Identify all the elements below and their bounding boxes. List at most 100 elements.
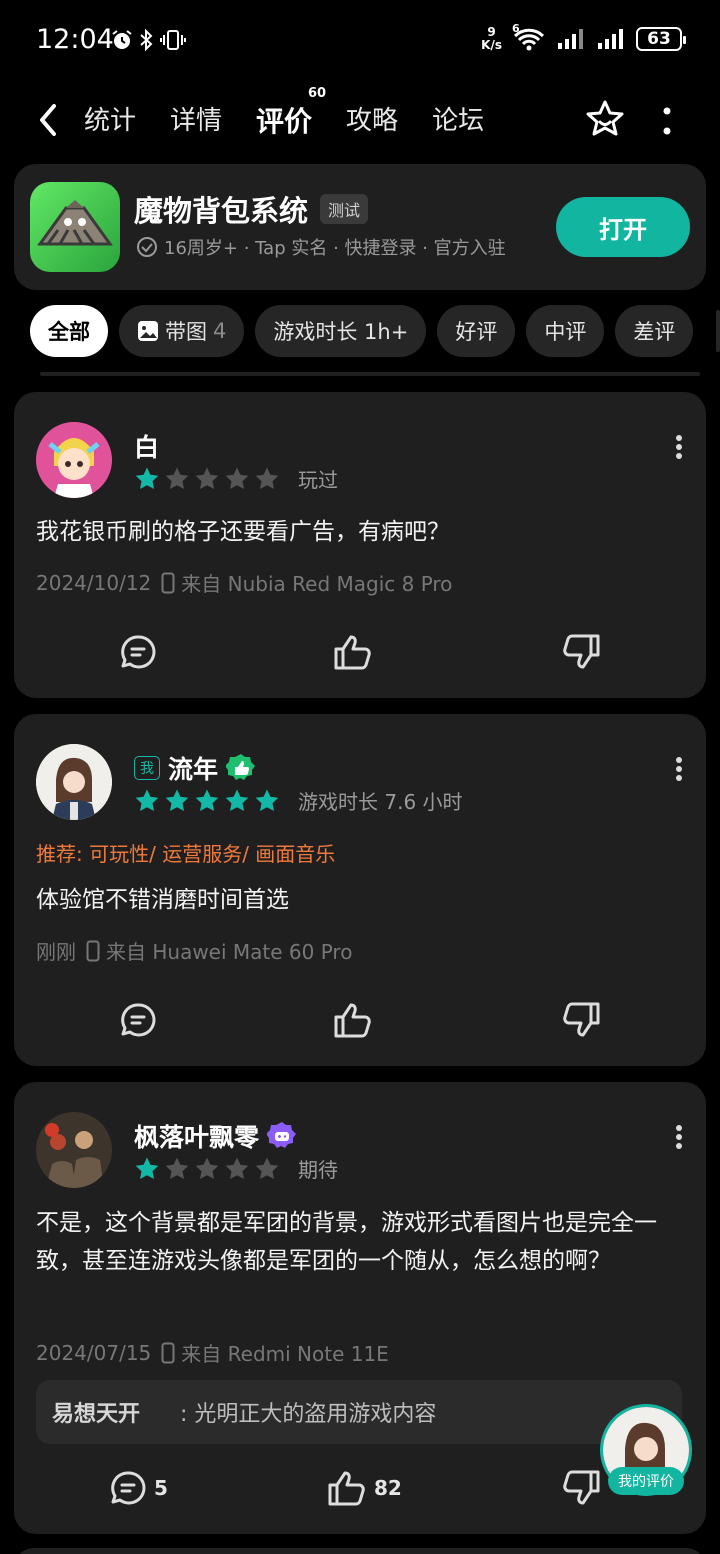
star-filled-icon [255, 789, 279, 811]
device-label: 来自 Redmi Note 11E [181, 1342, 389, 1366]
user-row: 白 [134, 428, 159, 464]
filter-positive[interactable]: 好评 [437, 305, 516, 357]
like-button[interactable] [332, 1000, 374, 1040]
tab-reviews[interactable]: 评价 60 [254, 86, 326, 142]
rating-row: 游戏时长 7.6 小时 [134, 786, 463, 815]
dislike-button[interactable] [560, 1000, 602, 1040]
filter-negative[interactable]: 差评 [615, 305, 694, 357]
avatar[interactable] [36, 422, 112, 498]
review-date: 2024/10/12 [36, 570, 152, 595]
gamer-badge-icon [267, 1122, 297, 1148]
review-content[interactable]: 我花银币刷的格子还要看广告，有病吧？ [36, 514, 686, 550]
filter-all[interactable]: 全部 [30, 305, 108, 357]
star-rating [134, 1156, 280, 1182]
filter-with-images-label: 带图 [165, 320, 207, 344]
username[interactable]: 白 [134, 428, 159, 464]
star-filled-icon [135, 1157, 159, 1179]
review-content[interactable]: 不是，这个背景都是军团的背景，游戏形式看图片也是完全一致，甚至连游戏头像都是军团… [36, 1204, 686, 1280]
more-vertical-icon[interactable] [656, 106, 678, 136]
list-top-edge [40, 372, 700, 376]
signal-icon [558, 29, 583, 49]
filter-neutral[interactable]: 中评 [526, 305, 605, 357]
status-right-icons: 9 K/s 6 63 [481, 22, 686, 52]
dislike-button[interactable] [560, 1468, 602, 1508]
comment-icon [121, 635, 156, 669]
me-badge: 我 [134, 756, 160, 780]
star-empty-icon [225, 1157, 249, 1179]
star-filled-icon [195, 789, 219, 811]
filter-all-label: 全部 [48, 320, 90, 344]
avatar[interactable] [36, 744, 112, 820]
play-status: 期待 [298, 1158, 338, 1182]
reply-text: : 光明正大的盗用游戏内容 [180, 1402, 437, 1427]
tab-stats[interactable]: 统计 [84, 100, 136, 140]
thumbs-down-icon [563, 1002, 600, 1037]
battery-indicator: 63 [636, 27, 686, 51]
review-actions: 5 82 [14, 1468, 706, 1518]
username[interactable]: 流年 [168, 750, 218, 786]
phone-icon [161, 572, 175, 593]
next-review-card-edge [14, 1548, 706, 1554]
my-review-label[interactable]: 我的评价 [608, 1467, 684, 1495]
top-nav: 统计 详情 评价 60 攻略 论坛 [0, 86, 720, 154]
net-speed: 9 K/s [481, 26, 502, 52]
filter-with-images[interactable]: 带图 4 [119, 305, 245, 357]
comment-button[interactable] [118, 632, 158, 672]
wifi-label: 6 [512, 22, 520, 35]
review-card[interactable]: 白 玩过 我花银币刷的格子还要看广告，有病吧？ 2024/10/12 来自 Nu… [14, 392, 706, 698]
more-vertical-icon[interactable] [674, 756, 684, 782]
avatar[interactable] [36, 1112, 112, 1188]
reply-username[interactable]: 易想天开 [52, 1396, 140, 1428]
wifi-icon: 6 [512, 22, 546, 52]
star-filled-icon [225, 789, 249, 811]
alarm-icon [112, 30, 132, 49]
review-card[interactable]: 我 流年 游戏时长 7.6 小时 推荐: 可玩性/ 运营服务/ 画面音乐 体验馆… [14, 714, 706, 1066]
review-actions [14, 632, 706, 682]
star-empty-icon [165, 1157, 189, 1179]
device-label: 来自 Nubia Red Magic 8 Pro [181, 572, 453, 596]
tab-guides[interactable]: 攻略 [346, 100, 398, 140]
like-count: 82 [374, 1476, 402, 1500]
star-empty-icon [165, 467, 189, 489]
star-filled-icon [165, 789, 189, 811]
filter-positive-label: 好评 [455, 320, 498, 344]
review-content[interactable]: 体验馆不错消磨时间首选 [36, 882, 686, 918]
tab-details[interactable]: 详情 [170, 100, 222, 140]
rating-row: 期待 [134, 1154, 338, 1183]
review-count-badge: 60 [307, 86, 327, 101]
more-vertical-icon[interactable] [674, 434, 684, 460]
comment-count: 5 [154, 1476, 168, 1500]
review-actions [14, 1000, 706, 1050]
like-button[interactable]: 82 [326, 1468, 402, 1508]
play-time: 游戏时长 7.6 小时 [298, 790, 463, 814]
comment-button[interactable]: 5 [108, 1468, 168, 1508]
back-arrow-icon[interactable] [34, 102, 64, 138]
thumbs-down-icon [563, 1470, 600, 1505]
username[interactable]: 枫落叶飘零 [134, 1118, 259, 1154]
comment-button[interactable] [118, 1000, 158, 1040]
phone-icon [86, 940, 100, 961]
favorite-star-icon[interactable] [584, 98, 626, 140]
filter-playtime[interactable]: 游戏时长 1h+ [255, 305, 427, 357]
vibrate-icon [160, 30, 186, 50]
open-button[interactable]: 打开 [556, 197, 690, 257]
app-header-card[interactable]: 魔物背包系统 测试 16周岁+ · Tap 实名 · 快捷登录 · 官方入驻 打… [14, 164, 706, 290]
filter-chip-overflow [716, 310, 720, 352]
app-test-tag: 测试 [320, 194, 369, 224]
like-button[interactable] [332, 632, 374, 672]
dislike-button[interactable] [560, 632, 602, 672]
rating-row: 玩过 [134, 464, 338, 493]
review-meta: 刚刚 来自 Huawei Mate 60 Pro [36, 936, 352, 965]
tab-forum[interactable]: 论坛 [432, 100, 484, 140]
reply-preview[interactable]: 易想天开 : 光明正大的盗用游戏内容 [36, 1380, 682, 1444]
star-filled-icon [135, 467, 159, 489]
app-icon[interactable] [30, 182, 120, 272]
thumbs-up-icon [334, 635, 371, 670]
more-vertical-icon[interactable] [674, 1124, 684, 1150]
device-info: 来自 Nubia Red Magic 8 Pro [161, 568, 452, 597]
device-info: 来自 Redmi Note 11E [161, 1338, 389, 1367]
star-rating [134, 788, 280, 814]
app-name: 魔物背包系统 [134, 194, 309, 228]
bluetooth-icon [140, 28, 153, 52]
review-meta: 2024/10/12 来自 Nubia Red Magic 8 Pro [36, 568, 452, 597]
